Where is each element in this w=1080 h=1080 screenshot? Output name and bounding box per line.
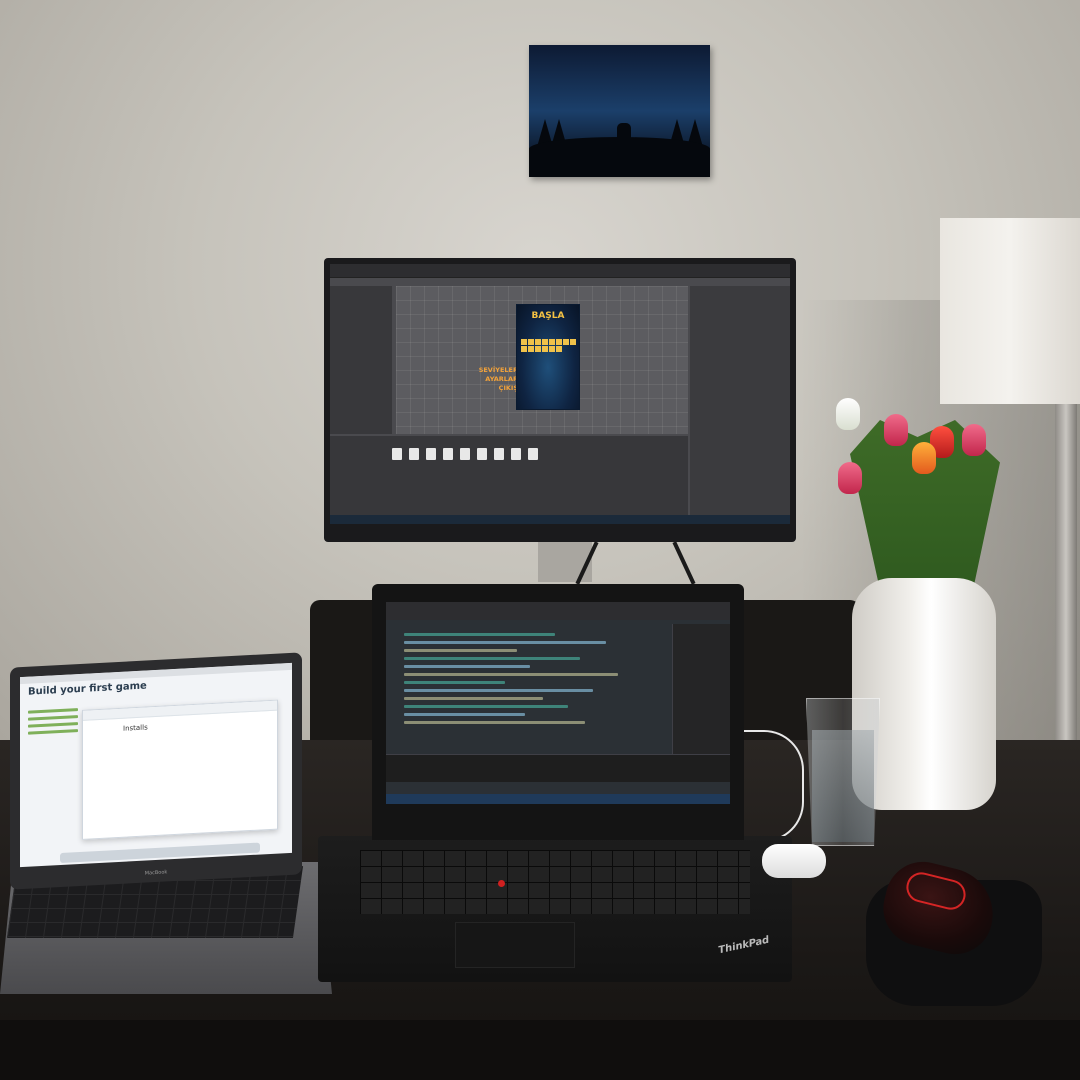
monitor-screen[interactable]: SEVİYELER AYARLAR ÇIKIŞ BAŞLA xyxy=(330,264,790,524)
desk-edge xyxy=(0,1020,1080,1080)
output-panel[interactable] xyxy=(386,754,730,782)
vs-menubar[interactable] xyxy=(386,602,730,620)
touchpad[interactable] xyxy=(455,922,575,968)
game-side-menu: SEVİYELER AYARLAR ÇIKIŞ xyxy=(474,366,518,393)
tulip-pink xyxy=(962,424,986,456)
windows-taskbar[interactable] xyxy=(386,794,730,804)
game-title: BAŞLA xyxy=(531,311,565,321)
macbook-screen[interactable]: Build your first game Installs xyxy=(20,662,292,868)
menu-item-settings: AYARLAR xyxy=(485,375,518,383)
lamp-shade xyxy=(940,218,1080,404)
menu-item-exit: ÇIKIŞ xyxy=(498,384,518,392)
page-title: Build your first game xyxy=(28,680,147,698)
tulip-orange xyxy=(912,442,936,474)
mac-menubar[interactable] xyxy=(20,662,292,685)
script-asset-icon xyxy=(477,448,487,460)
script-asset-icon xyxy=(494,448,504,460)
thinkpad-screen[interactable] xyxy=(386,602,730,804)
unity-scene-view[interactable]: SEVİYELER AYARLAR ÇIKIŞ BAŞLA xyxy=(396,286,688,434)
script-asset-icon xyxy=(409,448,419,460)
windows-taskbar[interactable] xyxy=(330,515,790,524)
script-asset-icon xyxy=(460,448,470,460)
script-asset-icon xyxy=(443,448,453,460)
script-asset-icon xyxy=(426,448,436,460)
water-glass xyxy=(806,698,880,846)
mac-sidebar[interactable] xyxy=(28,704,88,739)
menu-item-levels: SEVİYELER xyxy=(478,366,518,374)
window-titlebar[interactable] xyxy=(83,700,277,721)
game-preview: BAŞLA xyxy=(516,304,580,410)
tulip-pink xyxy=(884,414,908,446)
unity-hierarchy-panel[interactable] xyxy=(330,286,392,434)
window-heading: Installs xyxy=(123,723,148,733)
unity-project-panel[interactable] xyxy=(330,436,688,524)
solution-explorer[interactable] xyxy=(672,624,730,754)
code-editor[interactable] xyxy=(400,624,660,774)
airpods-case xyxy=(762,844,826,878)
macbook: Build your first game Installs MacBook xyxy=(10,652,302,890)
painting-figures xyxy=(617,123,631,145)
unity-hub-window[interactable]: Installs xyxy=(82,699,278,840)
thinkpad-laptop xyxy=(372,584,744,840)
tulip-white xyxy=(836,398,860,430)
script-asset-icon xyxy=(392,448,402,460)
script-asset-icon xyxy=(511,448,521,460)
external-monitor: SEVİYELER AYARLAR ÇIKIŞ BAŞLA xyxy=(324,258,796,542)
tulip-pink xyxy=(838,462,862,494)
unity-asset-list xyxy=(392,448,538,460)
game-letter-tiles xyxy=(521,339,577,352)
thinkpad-keyboard[interactable] xyxy=(360,850,750,914)
wall-painting xyxy=(529,45,710,177)
script-asset-icon xyxy=(528,448,538,460)
cable xyxy=(740,730,804,842)
unity-inspector-panel[interactable] xyxy=(690,286,790,524)
trackpoint[interactable] xyxy=(498,880,505,887)
unity-toolbar[interactable] xyxy=(330,264,790,278)
mac-dock[interactable] xyxy=(60,842,260,864)
